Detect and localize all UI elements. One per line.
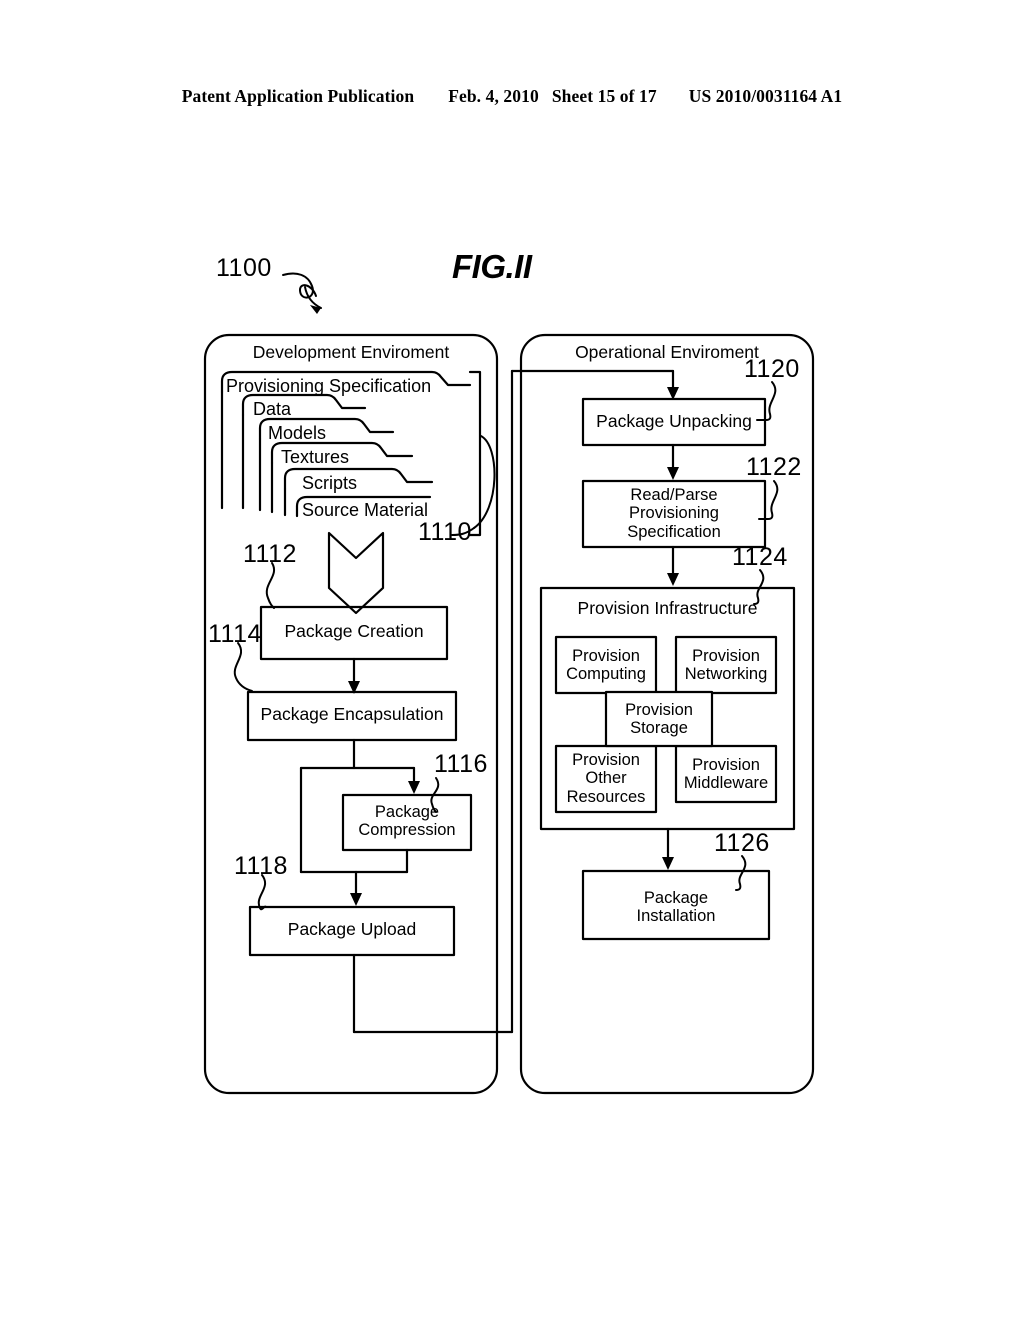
package-encapsulation-label: Package Encapsulation: [260, 704, 444, 724]
provision-middleware-label: Provision Middleware: [683, 756, 769, 793]
provision-storage-label: Provision Storage: [625, 701, 693, 738]
package-installation-label: Package Installation: [636, 889, 716, 926]
figure-ref-number: 1100: [216, 254, 272, 282]
development-panel-title: Development Enviroment: [252, 342, 450, 362]
ref-1126-leader: [735, 855, 747, 891]
ref-number-1122: 1122: [746, 453, 802, 481]
ref-number-1116: 1116: [434, 750, 488, 778]
figure-drawing: [203, 272, 815, 1095]
ref-number-1112: 1112: [243, 540, 297, 568]
provision-computing-label: Provision Computing: [566, 647, 646, 684]
ref-1112-leader: [265, 562, 275, 609]
ref-number-1118: 1118: [234, 852, 288, 880]
package-compression-label: Package Compression: [358, 803, 456, 840]
patent-figure: FIG.II 1100 Development Enviroment Opera…: [0, 0, 1024, 1320]
read-parse-label: Read/Parse Provisioning Specification: [627, 486, 721, 541]
tab-label-source-material: Source Material: [302, 500, 429, 520]
tab-label-models: Models: [268, 423, 327, 443]
tab-label-data: Data: [253, 399, 292, 419]
tab-label-scripts: Scripts: [302, 473, 358, 493]
provision-networking-label: Provision Networking: [684, 647, 768, 684]
provision-infrastructure-title: Provision Infrastructure: [577, 598, 758, 618]
provision-other-resources-label: Provision Other Resources: [566, 751, 646, 806]
ref-number-1124: 1124: [732, 543, 788, 571]
tab-label-provisioning-specification: Provisioning Specification: [226, 376, 432, 396]
ref-number-1114: 1114: [208, 620, 262, 648]
ref-number-1110: 1110: [418, 518, 472, 546]
package-unpacking-label: Package Unpacking: [596, 411, 752, 431]
ref-number-1126: 1126: [714, 829, 770, 857]
ref-number-1120: 1120: [744, 355, 800, 383]
spec-to-creation-chevron: [327, 531, 385, 615]
package-upload-label: Package Upload: [287, 919, 417, 939]
tab-label-textures: Textures: [281, 447, 350, 467]
package-creation-label: Package Creation: [284, 621, 424, 641]
ref-1114-leader: [233, 642, 253, 692]
